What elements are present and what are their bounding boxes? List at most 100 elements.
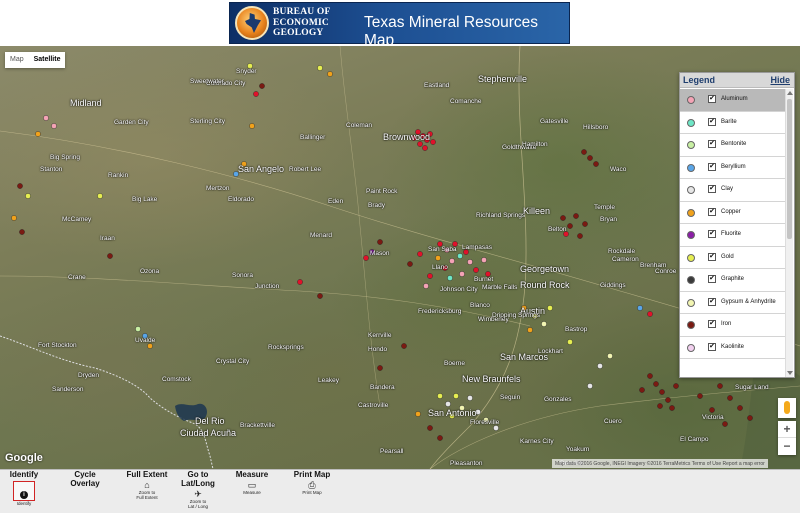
legend-scrollbar[interactable] xyxy=(785,89,793,377)
tool-title: Full Extent xyxy=(126,470,168,479)
place-label: Brackettville xyxy=(240,422,276,429)
street-view-pegman-icon[interactable] xyxy=(778,398,796,418)
place-label: Waco xyxy=(610,166,627,173)
legend-checkbox[interactable]: ✔ xyxy=(708,230,716,238)
place-label: San Angelo xyxy=(238,164,285,174)
place-label: Stanton xyxy=(40,166,63,173)
place-label: Brownwood xyxy=(383,132,431,142)
legend-checkbox[interactable]: ✔ xyxy=(708,162,716,171)
legend-item-barite[interactable]: ✔ Barite xyxy=(680,111,786,134)
legend-checkbox[interactable]: ✔ xyxy=(708,275,716,283)
place-label: Junction xyxy=(255,283,280,290)
place-label: Dryden xyxy=(78,372,99,379)
place-label: Fredericksburg xyxy=(418,308,462,315)
legend-item-beryllium[interactable]: ✔ Beryllium xyxy=(680,156,786,179)
scroll-down-icon[interactable] xyxy=(787,371,793,375)
legend-item-aluminum[interactable]: ✔ Aluminum xyxy=(680,89,786,112)
legend-swatch-icon xyxy=(687,141,695,149)
place-label: Del Rio xyxy=(195,416,225,426)
place-label: Eden xyxy=(328,198,344,205)
legend-checkbox[interactable]: ✔ xyxy=(708,185,716,193)
legend-item-label: Fluorite xyxy=(721,231,742,237)
legend-swatch-icon xyxy=(687,208,695,217)
place-label: Killeen xyxy=(523,206,551,216)
place-label: Paint Rock xyxy=(366,188,398,195)
legend-item-label: Graphite xyxy=(721,276,745,282)
place-label: Brady xyxy=(368,202,385,209)
goto-button[interactable]: ✈ Zoom to Lat / Long xyxy=(187,489,209,510)
place-label: Sterling City xyxy=(190,118,226,125)
toolbar: Identify i Identify Cycle Overlay Full Extent… xyxy=(0,469,800,513)
place-label: Blanco xyxy=(470,302,490,309)
legend-checkbox[interactable]: ✔ xyxy=(708,320,716,328)
place-label: Menard xyxy=(310,232,333,239)
legend-item-clay[interactable]: ✔ Clay xyxy=(680,179,786,202)
place-label: Pearsall xyxy=(380,448,404,455)
legend-item-gypsum-anhydrite[interactable]: ✔ Gypsum & Anhydrite xyxy=(680,291,786,314)
tool-print: Print Map ⎙ Print Map xyxy=(290,470,334,495)
place-label: Boerne xyxy=(444,360,465,367)
place-label: Leakey xyxy=(318,377,339,384)
place-label: Fort Stockton xyxy=(38,342,77,349)
zoom-in-button[interactable]: + xyxy=(778,421,796,438)
zoom-out-button[interactable]: − xyxy=(778,438,796,455)
place-label: Sonora xyxy=(232,272,253,279)
legend-swatch-icon xyxy=(687,276,695,284)
legend-item-fluorite[interactable]: ✔ Fluorite xyxy=(680,224,786,247)
tool-title: Identify xyxy=(9,470,39,479)
full-extent-icon: ⌂ xyxy=(144,480,150,490)
map-attribution[interactable]: Map data ©2016 Google, INEGI Imagery ©20… xyxy=(552,459,768,468)
legend-checkbox[interactable]: ✔ xyxy=(708,342,716,351)
legend-swatch-icon xyxy=(687,343,695,352)
map-type-map-button[interactable]: Map xyxy=(5,52,29,68)
map-type-satellite-button[interactable]: Satellite xyxy=(29,52,66,68)
legend-item-gold[interactable]: ✔ Gold xyxy=(680,246,786,269)
legend-item-label: Gypsum & Anhydrite xyxy=(721,298,776,305)
full-extent-button[interactable]: ⌂ Zoom to Full Extent xyxy=(136,480,158,501)
legend-checkbox[interactable]: ✔ xyxy=(708,297,716,306)
scroll-thumb[interactable] xyxy=(787,99,792,239)
place-label: Hondo xyxy=(368,346,388,353)
legend-item-bentonite[interactable]: ✔ Bentonite xyxy=(680,134,786,157)
print-button[interactable]: ⎙ Print Map xyxy=(301,481,323,496)
place-label: Rockdale xyxy=(608,248,636,255)
legend-swatch-icon xyxy=(687,253,695,262)
place-label: Richland Springs xyxy=(476,212,526,219)
place-label: Big Spring xyxy=(50,154,80,161)
map-view[interactable]: MidlandStephenvilleCorsicanaBrownwoodSan… xyxy=(0,46,800,469)
identify-button[interactable]: i Identify xyxy=(13,481,35,506)
legend-item-label: Aluminum xyxy=(721,96,748,102)
legend-item-label: Iron xyxy=(721,321,732,327)
legend-item-label: Clay xyxy=(721,186,734,192)
legend-checkbox[interactable]: ✔ xyxy=(708,207,716,216)
place-label: Bandera xyxy=(370,384,395,391)
legend-item-iron[interactable]: ✔ Iron xyxy=(680,314,786,337)
legend-checkbox[interactable]: ✔ xyxy=(708,252,716,261)
goto-icon: ✈ xyxy=(194,489,202,499)
legend-swatch-icon xyxy=(687,118,695,127)
legend-swatch-icon xyxy=(687,321,695,329)
legend-swatch-icon xyxy=(687,231,695,239)
place-label: Robert Lee xyxy=(289,166,322,173)
legend-checkbox[interactable]: ✔ xyxy=(708,140,716,148)
legend-item-label: Copper xyxy=(721,208,741,215)
place-label: Lampasas xyxy=(462,244,492,251)
tool-title: Measure xyxy=(235,470,269,479)
legend-item-label: Beryllium xyxy=(721,163,746,170)
scroll-up-icon[interactable] xyxy=(787,91,793,95)
legend-checkbox[interactable]: ✔ xyxy=(708,117,716,126)
measure-button[interactable]: ▭ Measure xyxy=(241,481,263,496)
place-label: Sugar Land xyxy=(735,384,769,391)
legend-item-copper[interactable]: ✔ Copper xyxy=(680,201,786,224)
legend-hide-link[interactable]: Hide xyxy=(770,75,790,85)
legend-item-graphite[interactable]: ✔ Graphite xyxy=(680,269,786,292)
legend-swatch-icon xyxy=(687,298,695,307)
place-label: Gatesville xyxy=(540,118,569,125)
google-logo: Google xyxy=(5,452,43,464)
legend-panel: Legend Hide ✔ Aluminum ✔ Barite ✔ Bentonite ✔ B… xyxy=(679,72,795,378)
legend-item-label: Barite xyxy=(721,118,737,125)
identify-icon: i xyxy=(20,491,28,499)
legend-checkbox[interactable]: ✔ xyxy=(708,95,716,103)
legend-item-kaolinite[interactable]: ✔ Kaolinite xyxy=(680,336,786,359)
header-banner: BUREAU OF ECONOMIC GEOLOGY Texas Mineral… xyxy=(229,2,570,49)
